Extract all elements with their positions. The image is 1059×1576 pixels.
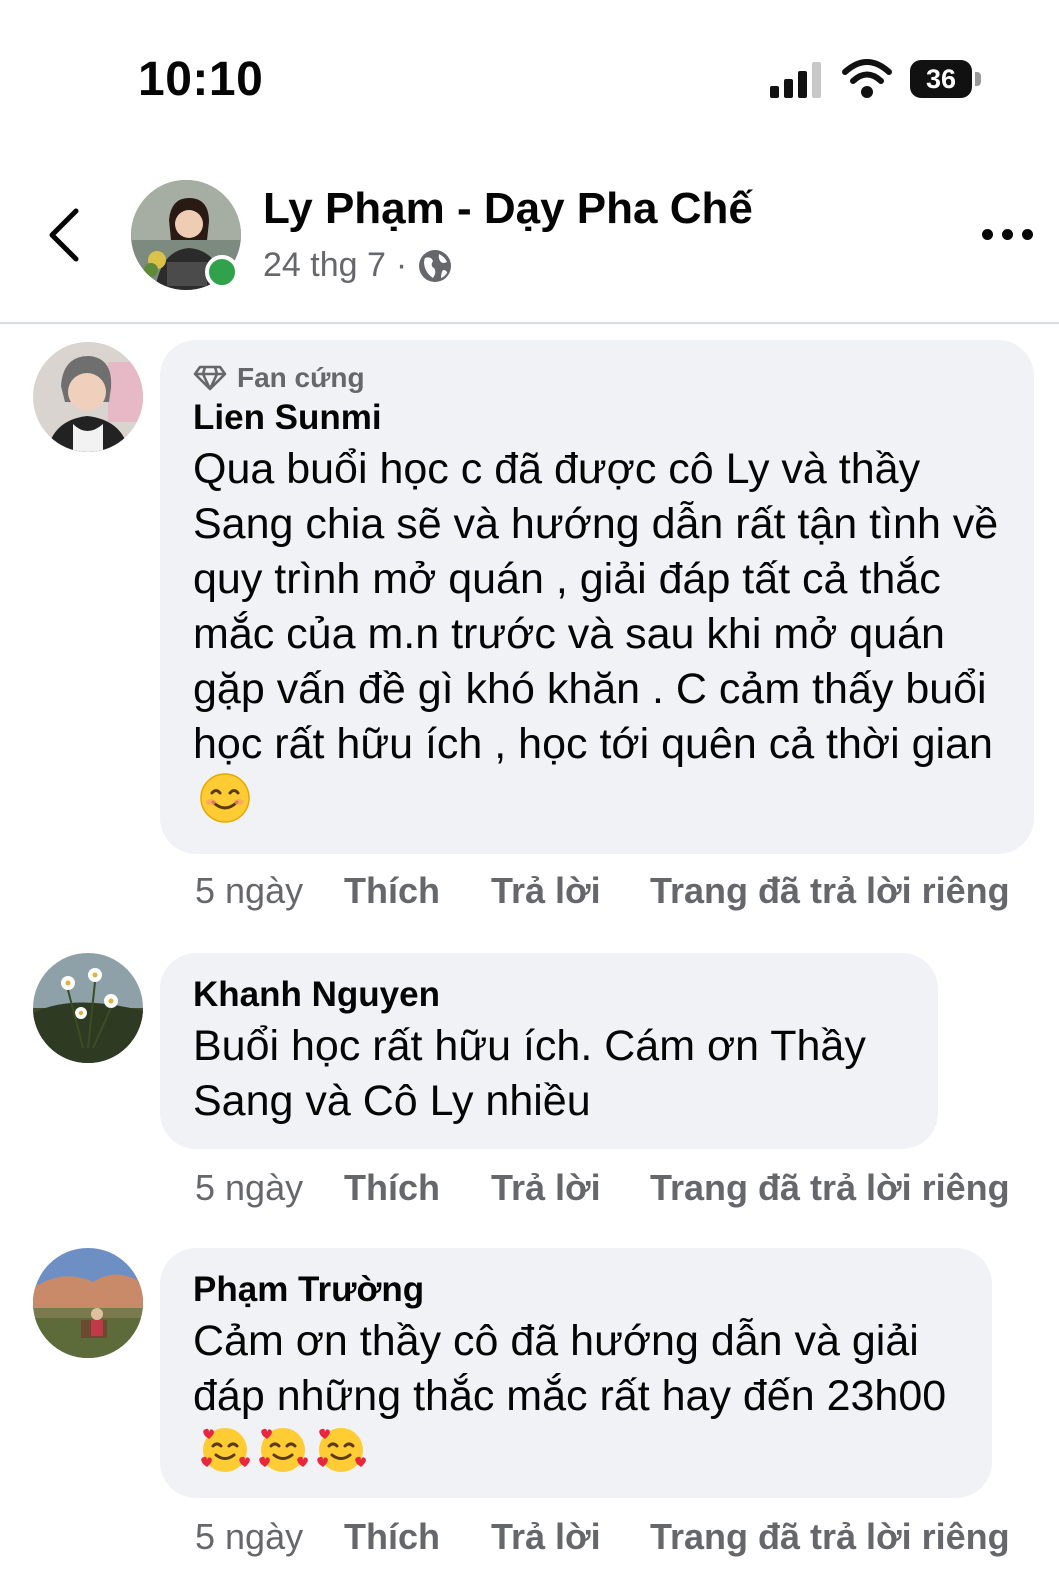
comment-bubble[interactable]: Phạm Trường Cảm ơn thầy cô đã hướng dẫn … — [160, 1248, 992, 1498]
comment-time: 5 ngày — [195, 1516, 304, 1557]
commenter-avatar-image — [33, 953, 143, 1063]
comment-text-body: Cảm ơn thầy cô đã hướng dẫn và giải đáp … — [193, 1317, 947, 1420]
post-date: 24 thg 7 — [263, 246, 386, 284]
status-bar: 10:10 36 — [0, 0, 1059, 150]
comment-time: 5 ngày — [195, 870, 304, 911]
battery-tip — [975, 72, 981, 86]
reply-button[interactable]: Trả lời — [491, 1167, 601, 1209]
comment-time: 5 ngày — [195, 1167, 304, 1208]
commenter-avatar[interactable] — [33, 953, 143, 1063]
comment-text: Cảm ơn thầy cô đã hướng dẫn và giải đáp … — [193, 1314, 960, 1480]
globe-icon — [419, 249, 452, 282]
more-dots-icon — [982, 228, 993, 240]
comment-author[interactable]: Phạm Trường — [193, 1270, 960, 1310]
comment-text: Buổi học rất hữu ích. Cám ơn Thầy Sang v… — [193, 1022, 866, 1125]
cellular-signal-icon — [770, 62, 826, 98]
like-button[interactable]: Thích — [344, 870, 440, 912]
commenter-avatar-image — [33, 342, 143, 452]
commenter-avatar-image — [33, 1248, 143, 1358]
top-fan-badge: Fan cứng — [193, 362, 1002, 394]
more-dots-icon — [1002, 228, 1013, 240]
comment-bubble[interactable]: Khanh Nguyen Buổi học rất hữu ích. Cám ơ… — [160, 953, 938, 1149]
back-chevron-icon — [49, 208, 79, 262]
page-name[interactable]: Ly Phạm - Dạy Pha Chế — [263, 184, 753, 234]
smiling-face-with-hearts-emoji — [259, 1428, 308, 1472]
comment-text-body: Qua buổi học c đã được cô Ly và thầy San… — [193, 445, 999, 768]
online-status-dot — [205, 255, 239, 289]
comment-author[interactable]: Khanh Nguyen — [193, 975, 906, 1015]
smiling-face-with-hearts-emoji — [201, 1428, 250, 1472]
comment-author[interactable]: Lien Sunmi — [193, 398, 1002, 438]
wifi-icon — [842, 59, 892, 98]
diamond-icon — [193, 365, 227, 391]
post-meta: 24 thg 7 · — [263, 246, 453, 285]
commenter-avatar[interactable] — [33, 1248, 143, 1358]
comment-bubble[interactable]: Fan cứng Lien Sunmi Qua buổi học c đã đư… — [160, 340, 1034, 854]
comment-text: Qua buổi học c đã được cô Ly và thầy San… — [193, 442, 1002, 828]
more-dots-icon — [1022, 228, 1033, 240]
private-reply-link[interactable]: Trang đã trả lời riêng — [650, 1516, 1010, 1558]
meta-separator: · — [395, 246, 408, 284]
battery-indicator: 36 — [910, 60, 972, 98]
commenter-avatar[interactable] — [33, 342, 143, 452]
private-reply-link[interactable]: Trang đã trả lời riêng — [650, 870, 1010, 912]
smiling-face-emoji — [200, 773, 250, 823]
private-reply-link[interactable]: Trang đã trả lời riêng — [650, 1167, 1010, 1209]
reply-button[interactable]: Trả lời — [491, 870, 601, 912]
like-button[interactable]: Thích — [344, 1167, 440, 1209]
smiling-face-with-hearts-emoji — [317, 1428, 366, 1472]
reply-button[interactable]: Trả lời — [491, 1516, 601, 1558]
more-options-button[interactable] — [982, 222, 1038, 246]
status-time: 10:10 — [138, 53, 264, 106]
back-button[interactable] — [40, 205, 90, 265]
badge-label: Fan cứng — [237, 362, 365, 393]
post-header: Ly Phạm - Dạy Pha Chế 24 thg 7 · — [0, 150, 1059, 324]
like-button[interactable]: Thích — [344, 1516, 440, 1558]
